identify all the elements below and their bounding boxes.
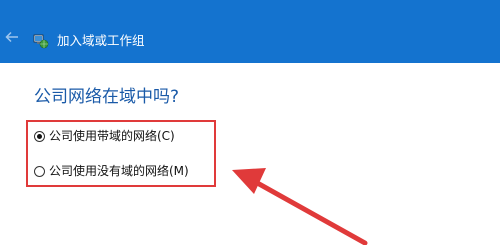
radio-button-checked[interactable] — [34, 130, 45, 142]
radio-button-unchecked[interactable] — [34, 165, 45, 177]
page-question: 公司网络在域中吗? — [34, 87, 180, 107]
option-label: 公司使用没有域的网络(M) — [49, 164, 189, 178]
window-title: 加入域或工作组 — [57, 33, 145, 48]
window-titlebar: 加入域或工作组 — [0, 0, 500, 63]
option-domain-network[interactable]: 公司使用带域的网络(C) — [34, 126, 175, 146]
option-no-domain-network[interactable]: 公司使用没有域的网络(M) — [34, 161, 189, 181]
back-arrow-icon[interactable] — [4, 29, 20, 45]
option-label: 公司使用带域的网络(C) — [49, 129, 175, 143]
network-computer-icon — [33, 33, 49, 49]
